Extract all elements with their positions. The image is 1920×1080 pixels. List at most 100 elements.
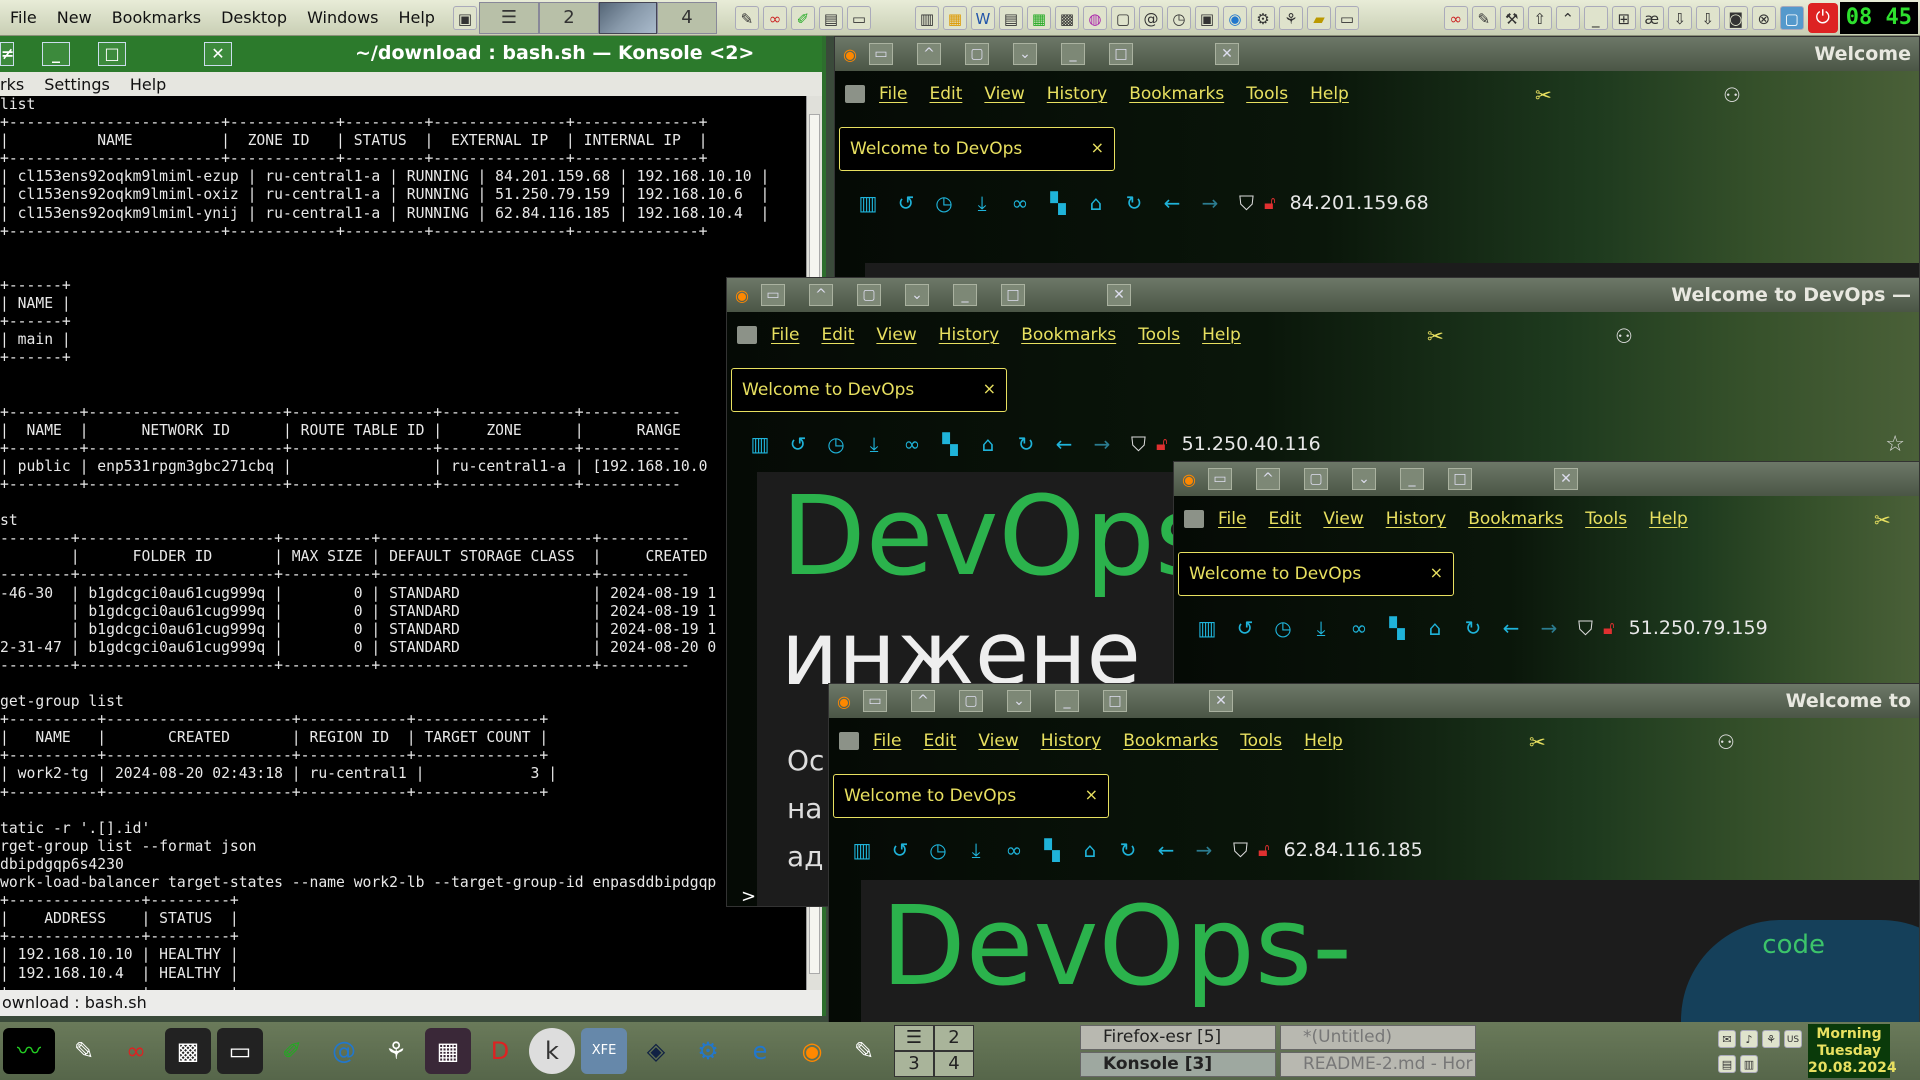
download-icon[interactable]: ⤓	[855, 432, 893, 456]
ff4-tab-close-icon[interactable]: ×	[1085, 785, 1098, 804]
ff3-down-button[interactable]: ⌄	[1351, 468, 1376, 490]
ff2-menu-history[interactable]: History	[939, 325, 999, 345]
link-icon[interactable]: ∞	[762, 5, 787, 30]
ff1-minimize-button[interactable]: _	[1060, 43, 1085, 65]
konsole-titlebar[interactable]: ≠ _ □ ✕ ~/download : bash.sh — Konsole <…	[0, 36, 822, 72]
screen-icon[interactable]: ▣	[1194, 5, 1219, 30]
ff2-tab[interactable]: Welcome to DevOps ×	[731, 368, 1007, 412]
konsole-menu-help[interactable]: Help	[120, 75, 176, 94]
home-icon[interactable]: ⌂	[1077, 191, 1115, 215]
pager-desk-4[interactable]: 4	[656, 1, 717, 34]
ff4-menu-edit[interactable]: Edit	[923, 731, 956, 751]
task-firefox[interactable]: Firefox-esr [5]	[1080, 1025, 1276, 1050]
word-icon[interactable]: W	[970, 5, 995, 30]
tools-icon[interactable]: ⚒	[1499, 6, 1524, 30]
ie-launcher-icon[interactable]: e	[737, 1028, 783, 1074]
back-icon[interactable]: ←	[1045, 432, 1083, 456]
clock-icon[interactable]: ◷	[925, 191, 963, 215]
firefox-launcher-icon[interactable]: ◉	[789, 1028, 835, 1074]
ff2-minimize-button[interactable]: _	[952, 284, 977, 306]
ff1-menu-edit[interactable]: Edit	[929, 84, 962, 104]
konsole-minimize-button[interactable]: _	[42, 42, 70, 66]
ff3-address[interactable]: 51.250.79.159	[1629, 617, 1768, 639]
ff3-urlbar[interactable]: ⛉ 🔓︎ 51.250.79.159	[1578, 616, 1768, 640]
clock-icon[interactable]: ◷	[1264, 616, 1302, 640]
ff2-titlebar[interactable]: ◉ ▭ ^ ▢ ⌄ _ □ ✕ Welcome to DevOps —	[727, 278, 1919, 312]
settings-icon[interactable]: ⚙	[1250, 5, 1275, 30]
pdf-icon[interactable]: ◍	[1082, 5, 1107, 30]
mask-icon[interactable]: ∞	[1340, 616, 1378, 640]
insecure-lock-icon[interactable]: 🔓︎	[1264, 193, 1276, 214]
ff4-close-button[interactable]: ✕	[1208, 690, 1233, 712]
mask-icon[interactable]: ∞	[1001, 191, 1039, 215]
up-arrow-icon[interactable]: ⇧	[1527, 6, 1552, 30]
shield-icon[interactable]: ⛉	[1131, 432, 1146, 456]
edit-icon[interactable]: ✐	[790, 5, 815, 30]
ff1-menu-view[interactable]: View	[984, 84, 1024, 104]
editor-launcher-icon[interactable]: ✐	[269, 1028, 315, 1074]
pen-launcher-icon[interactable]: ✎	[841, 1028, 887, 1074]
bottom-desk-4[interactable]: 4	[934, 1051, 974, 1077]
ff2-tab-close-icon[interactable]: ×	[983, 379, 996, 398]
konsole-close-button[interactable]: ✕	[204, 42, 232, 66]
ff1-tab-close-icon[interactable]: ×	[1091, 138, 1104, 157]
ff1-maximize-button[interactable]: □	[1108, 43, 1133, 65]
clock-icon[interactable]: ◷	[1166, 5, 1191, 30]
reload-icon[interactable]: ↻	[1454, 616, 1492, 640]
mail-launcher-icon[interactable]: @	[321, 1028, 367, 1074]
ff3-menu-history[interactable]: History	[1386, 509, 1446, 529]
calc-icon[interactable]: ▩	[1054, 5, 1079, 30]
ff3-sticky-button[interactable]: ▭	[1207, 468, 1232, 490]
ff1-shade-button[interactable]: ▢	[964, 43, 989, 65]
hamburger-icon[interactable]	[839, 732, 859, 750]
pager-desk-3[interactable]	[598, 1, 657, 34]
down-arrow-icon[interactable]: ⇩	[1695, 6, 1720, 30]
pen-tray-icon[interactable]: ✎	[1471, 6, 1496, 30]
screenshot-icon[interactable]: ▚	[931, 432, 969, 456]
caret-up-icon[interactable]: ⌃	[1555, 6, 1580, 30]
drive-icon[interactable]: ▭	[1334, 5, 1359, 30]
ff4-menu-tools[interactable]: Tools	[1240, 731, 1282, 751]
account-icon[interactable]: ⚇	[1615, 324, 1633, 348]
top-menu-bookmarks[interactable]: Bookmarks	[102, 0, 211, 36]
date-clock[interactable]: Morning Tuesday 20.08.2024	[1808, 1024, 1897, 1078]
sidebar-icon[interactable]: ▥	[849, 191, 887, 215]
clipboard-tray-icon[interactable]: ▤	[1718, 1054, 1736, 1073]
ff4-address[interactable]: 62.84.116.185	[1284, 839, 1423, 861]
task-readme[interactable]: README-2.md - Hor	[1280, 1052, 1476, 1077]
reload-icon[interactable]: ↻	[1115, 191, 1153, 215]
sidebar-icon[interactable]: ▥	[1188, 616, 1226, 640]
network-tray-icon[interactable]: ⚘	[1762, 1029, 1780, 1048]
ff3-titlebar[interactable]: ◉ ▭ ^ ▢ ⌄ _ □ ✕	[1174, 462, 1919, 496]
window-icon[interactable]: ▤	[818, 5, 843, 30]
ff4-menu-bookmarks[interactable]: Bookmarks	[1123, 731, 1218, 751]
konsole-tab-status[interactable]: ownload : bash.sh	[0, 990, 822, 1016]
ff3-menu-tools[interactable]: Tools	[1585, 509, 1627, 529]
ff4-menu-history[interactable]: History	[1041, 731, 1101, 751]
ff1-menu-file[interactable]: File	[879, 84, 907, 104]
activity-icon[interactable]: 〰	[3, 1028, 55, 1074]
spreadsheet-icon[interactable]: ▦	[1026, 5, 1051, 30]
forward-icon[interactable]: →	[1185, 838, 1223, 862]
terminal-launcher-icon[interactable]: ▭	[217, 1028, 263, 1074]
editor-icon[interactable]: ✎	[734, 5, 759, 30]
grid-icon[interactable]: ⊞	[1611, 6, 1636, 30]
home-icon[interactable]: ⌂	[1071, 838, 1109, 862]
lock-icon[interactable]: ▢	[1779, 6, 1804, 30]
history-back-icon[interactable]: ↺	[1226, 616, 1264, 640]
globe-icon[interactable]: ◉	[1222, 5, 1247, 30]
ff2-menu-bookmarks[interactable]: Bookmarks	[1021, 325, 1116, 345]
insecure-lock-icon[interactable]: 🔓︎	[1156, 434, 1168, 455]
folder-icon[interactable]: ▦	[942, 5, 967, 30]
xfe-launcher-icon[interactable]: XFE	[581, 1028, 627, 1074]
ff2-close-button[interactable]: ✕	[1106, 284, 1131, 306]
ff3-menu-view[interactable]: View	[1323, 509, 1363, 529]
shield-icon[interactable]: ⛉	[1239, 191, 1254, 215]
hamburger-icon[interactable]	[1184, 510, 1204, 528]
account-icon[interactable]: ⚇	[1717, 730, 1735, 754]
extension-icon[interactable]: ✂	[1874, 508, 1891, 532]
ff4-menu-file[interactable]: File	[873, 731, 901, 751]
shield-icon[interactable]: ⛉	[1233, 838, 1248, 862]
back-icon[interactable]: ←	[1153, 191, 1191, 215]
ff4-shade-button[interactable]: ▢	[958, 690, 983, 712]
